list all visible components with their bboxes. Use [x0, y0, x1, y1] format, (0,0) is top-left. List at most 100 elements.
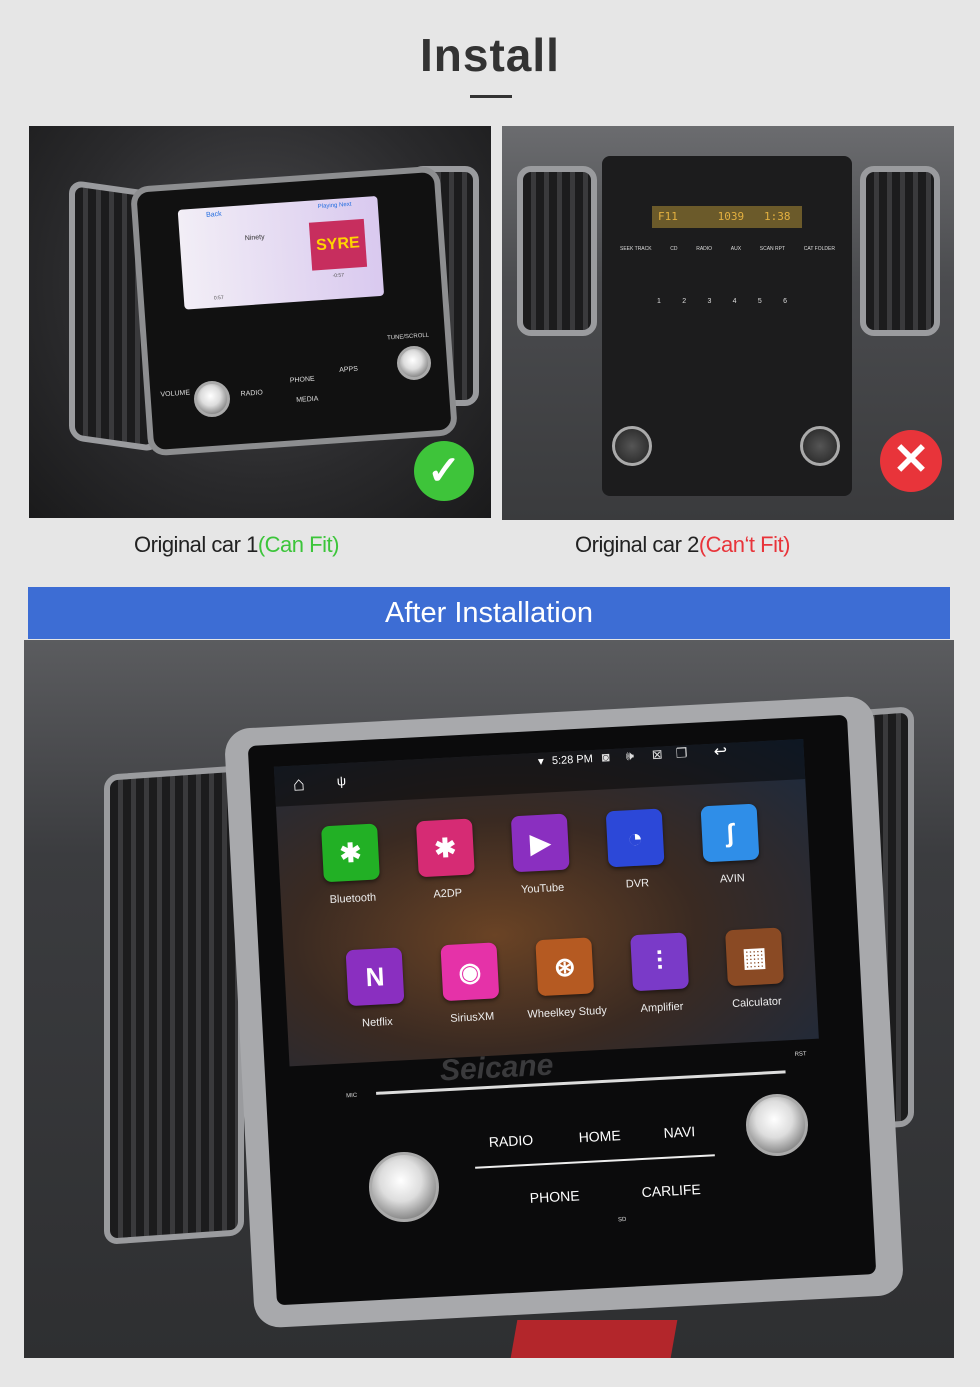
- can-fit-status: (Can Fit): [257, 532, 340, 557]
- tune-knob: [397, 346, 431, 380]
- tune-label: TUNE/SCROLL: [386, 332, 430, 342]
- bluetooth-audio-icon: ✱: [415, 818, 475, 878]
- screenshot-icon[interactable]: ◙: [601, 749, 610, 764]
- original-car-1-photo: Back Playing Next Ninety SYRE 0:57 -0:57…: [29, 126, 491, 518]
- usb-icon: ψ: [336, 773, 347, 789]
- home-icon[interactable]: ⌂: [292, 773, 305, 797]
- status-bar: ⌂ ψ ▼ 5:28 PM ◙ 🕪 ⊠ ❐ ↩: [273, 739, 806, 807]
- phone-button[interactable]: PHONE: [529, 1187, 580, 1206]
- volume-icon[interactable]: 🕪: [625, 748, 634, 764]
- air-vent-right: [860, 166, 940, 336]
- volume-knob[interactable]: [369, 1152, 439, 1222]
- preset-4: 4: [732, 298, 737, 305]
- album-art: SYRE: [308, 218, 368, 271]
- scan-button: SCAN RPT: [759, 246, 786, 252]
- siriusxm-icon: ◉: [440, 942, 500, 1002]
- app-label: Calculator: [731, 995, 782, 1011]
- preset-1: 1: [657, 298, 661, 305]
- app-label: YouTube: [520, 881, 565, 896]
- clock: 5:28 PM: [551, 753, 594, 768]
- close-icon: ✕: [880, 430, 942, 492]
- aux-button: AUX: [730, 246, 742, 252]
- app-wheelkey-study[interactable]: ⊛ Wheelkey Study: [513, 936, 617, 1023]
- navi-button[interactable]: NAVI: [663, 1123, 695, 1141]
- app-avin[interactable]: ʃ AVIN: [679, 802, 783, 889]
- wifi-icon: ▼: [535, 756, 547, 769]
- radio-display: F11 1039 1:38: [652, 206, 802, 228]
- app-bluetooth[interactable]: ✱ Bluetooth: [299, 822, 403, 909]
- app-label: Amplifier: [640, 1000, 684, 1015]
- radio-button: RADIO: [240, 389, 264, 398]
- title-underline: [470, 95, 512, 98]
- app-siriusxm[interactable]: ◉ SiriusXM: [418, 941, 522, 1028]
- volume-label: VOLUME: [160, 389, 191, 399]
- head-unit: ⌂ ψ ▼ 5:28 PM ◙ 🕪 ⊠ ❐ ↩ ✱ Bluetooth ✱ A2DP ▶…: [247, 714, 877, 1306]
- carplay-screen: Back Playing Next Ninety SYRE 0:57 -0:57: [177, 195, 385, 310]
- folder-button: CAT FOLDER: [803, 246, 835, 252]
- app-label: AVIN: [719, 872, 746, 886]
- album-art-text: SYRE: [315, 234, 361, 255]
- app-label: SiriusXM: [449, 1010, 495, 1025]
- car-1-caption: Original car 1(Can Fit): [134, 532, 339, 558]
- hazard-button: [510, 1320, 678, 1358]
- button-divider: [475, 1154, 715, 1169]
- media-button: MEDIA: [296, 395, 319, 405]
- app-netflix[interactable]: N Netflix: [324, 946, 428, 1033]
- ac-knob-right: [800, 426, 840, 466]
- app-label: Wheelkey Study: [527, 1004, 608, 1021]
- app-dvr[interactable]: ◔ DVR: [584, 807, 688, 894]
- playing-next-label: Playing Next: [317, 201, 352, 211]
- close-app-icon[interactable]: ⊠: [651, 746, 663, 763]
- track-title: Ninety: [244, 233, 265, 243]
- back-icon[interactable]: ↩: [713, 741, 727, 762]
- preset-3: 3: [707, 298, 712, 305]
- original-car-2-photo: F11 1039 1:38 SEEK TRACK CD RADIO AUX SC…: [502, 126, 954, 520]
- avin-icon: ʃ: [700, 803, 760, 863]
- air-vent-left: [104, 765, 244, 1245]
- preset-5: 5: [757, 298, 762, 305]
- youtube-icon: ▶: [510, 813, 570, 873]
- factory-radio: F11 1039 1:38 SEEK TRACK CD RADIO AUX SC…: [602, 156, 852, 496]
- air-vent-left: [517, 166, 597, 336]
- seek-button: SEEK TRACK: [620, 246, 652, 252]
- apps-button: APPS: [339, 365, 359, 374]
- volume-knob: [194, 381, 230, 417]
- cant-fit-status: (Can‘t Fit): [698, 532, 791, 557]
- preset-buttons: 1 2 3 4 5 6: [657, 298, 787, 305]
- cd-button: CD: [670, 246, 678, 252]
- equalizer-icon: ⫶: [630, 932, 690, 992]
- caption-text: Original car 1: [134, 532, 258, 557]
- divider-line: [376, 1070, 786, 1095]
- car-2-caption: Original car 2(Can‘t Fit): [575, 532, 790, 558]
- radio-button: RADIO: [696, 246, 713, 252]
- back-link: Back: [205, 210, 222, 219]
- factory-radio: Back Playing Next Ninety SYRE 0:57 -0:57…: [129, 165, 459, 457]
- dvr-icon: ◔: [605, 808, 665, 868]
- carlife-button[interactable]: CARLIFE: [641, 1181, 701, 1200]
- android-screen: ⌂ ψ ▼ 5:28 PM ◙ 🕪 ⊠ ❐ ↩ ✱ Bluetooth ✱ A2DP ▶…: [273, 739, 819, 1067]
- mic-label: MIC: [346, 1092, 358, 1100]
- app-a2dp[interactable]: ✱ A2DP: [394, 817, 498, 904]
- steering-wheel-icon: ⊛: [535, 937, 595, 997]
- bluetooth-icon: ✱: [321, 823, 380, 883]
- app-amplifier[interactable]: ⫶ Amplifier: [608, 931, 712, 1018]
- check-icon: ✓: [414, 441, 474, 501]
- app-youtube[interactable]: ▶ YouTube: [489, 812, 593, 899]
- tune-knob[interactable]: [746, 1094, 808, 1156]
- caption-text: Original car 2: [575, 532, 699, 557]
- phone-button: PHONE: [289, 375, 315, 385]
- home-button[interactable]: HOME: [578, 1127, 621, 1145]
- calculator-icon: ▦: [725, 927, 784, 987]
- ac-knob-left: [612, 426, 652, 466]
- radio-button[interactable]: RADIO: [488, 1132, 533, 1150]
- rst-button[interactable]: RST: [795, 1051, 807, 1058]
- recent-apps-icon[interactable]: ❐: [675, 745, 687, 762]
- netflix-icon: N: [345, 947, 405, 1007]
- app-calculator[interactable]: ▦ Calculator: [703, 926, 807, 1013]
- time-end: -0:57: [332, 272, 345, 280]
- app-label: Netflix: [361, 1015, 393, 1030]
- after-installation-banner: After Installation: [28, 587, 950, 639]
- app-label: DVR: [625, 877, 650, 891]
- page-title: Install: [420, 29, 560, 81]
- radio-buttons: SEEK TRACK CD RADIO AUX SCAN RPT CAT FOL…: [620, 246, 835, 252]
